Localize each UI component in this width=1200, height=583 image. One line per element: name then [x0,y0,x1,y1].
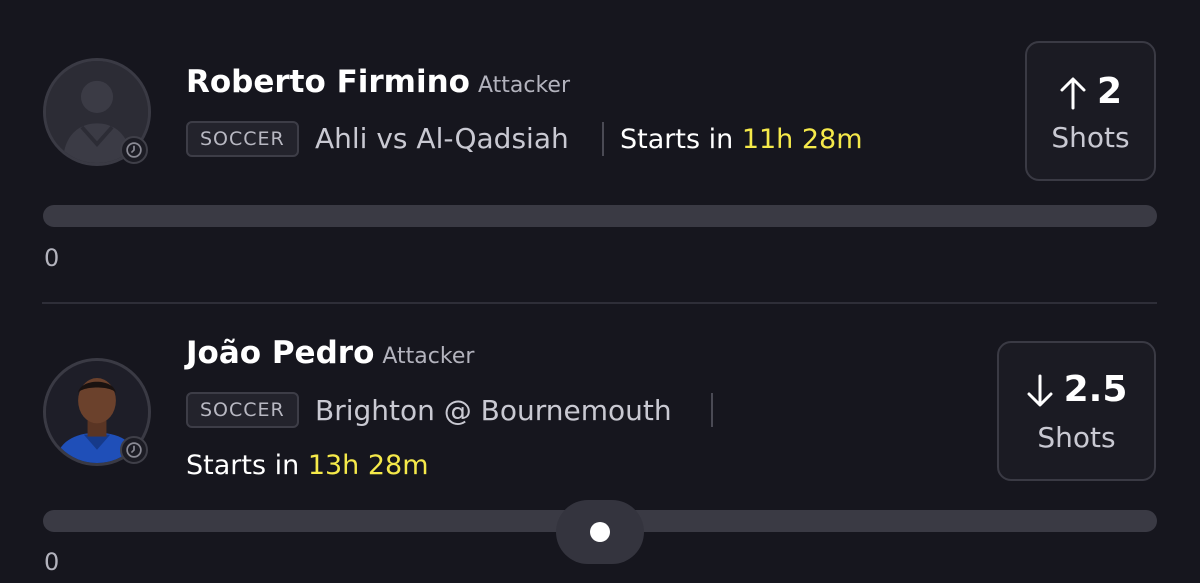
arrow-up-icon [1060,77,1086,110]
handle-dot [590,522,610,542]
scroll-handle[interactable] [556,500,644,564]
sport-tag: SOCCER [186,121,299,157]
starts-countdown: 11h 28m [741,124,863,155]
start-time: Starts in 13h 28m [186,450,429,481]
starts-prefix: Starts in [186,450,300,481]
divider [602,122,604,156]
stat-label: Shots [1051,121,1130,154]
line-value: 2 [1096,71,1123,112]
starts-countdown: 13h 28m [307,450,429,481]
player-position: Attacker [382,344,475,369]
pick-card-firmino[interactable]: Roberto Firmino Attacker SOCCER Ahli vs A… [0,0,1200,302]
matchup-text: Ahli vs Al-Qadsiah [315,122,569,155]
line-value: 2.5 [1063,369,1128,410]
progress-label: 0 [44,244,60,272]
clock-icon [120,136,148,164]
player-name-text: João Pedro [186,335,375,371]
player-name: Roberto Firmino Attacker [186,64,570,100]
player-name: João Pedro Attacker [186,335,474,371]
sport-tag: SOCCER [186,392,299,428]
starts-prefix: Starts in [620,124,734,155]
player-name-text: Roberto Firmino [186,64,470,100]
progress-label: 0 [44,548,60,576]
matchup-text: Brighton @ Bournemouth [315,394,672,427]
progress-track [43,205,1157,227]
pick-card-joao-pedro[interactable]: João Pedro Attacker SOCCER Brighton @ Bou… [0,303,1200,583]
player-position: Attacker [477,73,570,98]
clock-icon [120,436,148,464]
stat-label: Shots [1037,421,1116,454]
divider [711,393,713,427]
line-toggle-button[interactable]: 2.5 Shots [997,341,1156,481]
arrow-down-icon [1027,374,1053,407]
line-toggle-button[interactable]: 2 Shots [1025,41,1156,181]
start-time: Starts in 11h 28m [620,124,863,155]
